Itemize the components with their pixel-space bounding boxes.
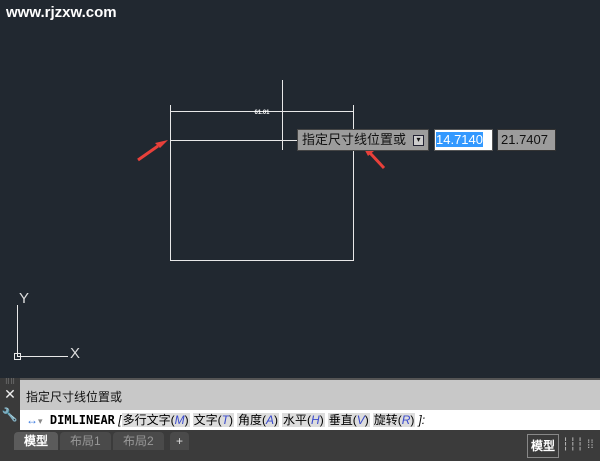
command-name: DIMLINEAR	[49, 413, 115, 427]
dropdown-icon[interactable]: ▾	[413, 135, 424, 146]
rectangle	[170, 140, 354, 261]
option-label: 旋转	[373, 413, 398, 427]
model-space-button[interactable]: 模型	[527, 434, 559, 458]
y-value-input[interactable]: 21.7407	[497, 129, 556, 151]
layout-tabs: 模型 布局1 布局2 +	[0, 430, 600, 461]
command-input[interactable]: ↔▾ DIMLINEAR [多行文字(M) 文字(T) 角度(A) 水平(H) 垂直(V…	[20, 410, 600, 430]
command-line-sidebar: ⠿⠿ ✕ 🔧	[0, 378, 20, 430]
x-value: 14.7140	[436, 132, 483, 147]
grid-icon[interactable]: ┆┆┆ ⁞⁞	[562, 437, 594, 451]
tab-model[interactable]: 模型	[14, 432, 59, 450]
bracket: ]:	[418, 413, 426, 427]
arrow-icon	[368, 151, 386, 170]
command-option[interactable]: 多行文字(M)	[121, 413, 190, 427]
command-option[interactable]: 水平(H)	[282, 413, 325, 427]
x-value-input[interactable]: 14.7140	[434, 129, 493, 151]
option-label: 垂直	[328, 413, 353, 427]
history-line: 指定尺寸线位置或	[26, 390, 123, 404]
option-key: V	[356, 413, 365, 427]
arrow-icon	[137, 144, 159, 162]
command-option[interactable]: 角度(A)	[236, 413, 279, 427]
close-icon[interactable]: ✕	[0, 386, 20, 403]
option-label: 水平	[283, 413, 308, 427]
command-option[interactable]: 文字(T)	[192, 413, 234, 427]
tab-layout1[interactable]: 布局1	[60, 432, 111, 450]
tab-layout2[interactable]: 布局2	[113, 432, 164, 450]
command-option[interactable]: 旋转(R)	[372, 413, 416, 427]
drawing-canvas[interactable]: 61.01 Y X	[0, 0, 600, 378]
command-option[interactable]: 垂直(V)	[327, 413, 370, 427]
option-key: M	[174, 413, 185, 427]
ucs-x-label: X	[70, 345, 80, 362]
ucs-y-label: Y	[19, 290, 29, 307]
wrench-icon[interactable]: 🔧	[0, 407, 20, 423]
option-key: A	[265, 413, 274, 427]
option-label: 角度	[237, 413, 262, 427]
dynamic-input-prompt: 指定尺寸线位置或 ▾	[297, 129, 429, 151]
grip-icon[interactable]: ⠿⠿	[0, 378, 20, 386]
add-tab-button[interactable]: +	[170, 432, 190, 450]
option-label: 多行文字	[122, 413, 171, 427]
chevron-down-icon[interactable]: ▾	[38, 416, 43, 426]
dimension-text: 61.01	[254, 110, 270, 116]
option-key: R	[401, 413, 411, 427]
option-key: H	[311, 413, 320, 427]
option-label: 文字	[193, 413, 218, 427]
dimension-linear-icon: ↔	[26, 413, 38, 427]
option-key: T	[221, 413, 229, 427]
prompt-text: 指定尺寸线位置或	[302, 132, 407, 147]
